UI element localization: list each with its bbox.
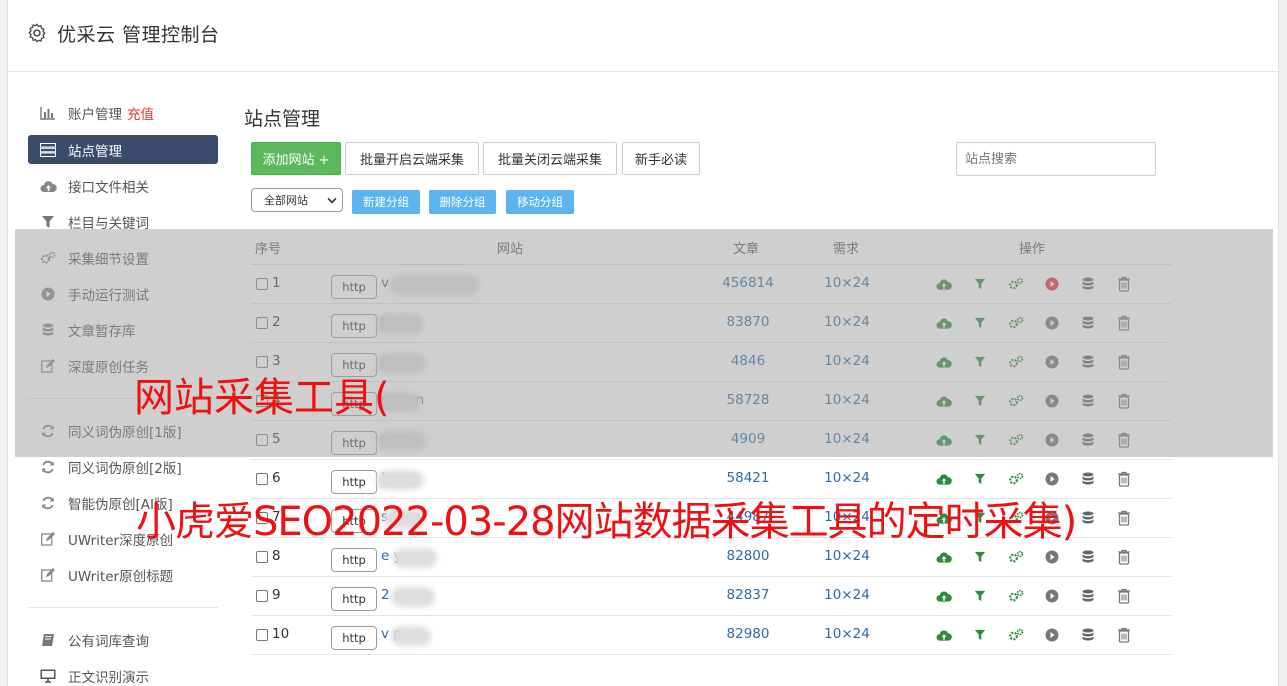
redaction-blur [376, 470, 424, 490]
book-icon [38, 632, 58, 648]
table-row: 9http2 az.cn8283710×24 [251, 577, 1171, 616]
row-actions [935, 626, 1133, 644]
sidebar-item-uwriter-title[interactable]: UWriter原创标题 [28, 557, 218, 593]
app-header: 优采云 管理控制台 [8, 0, 1280, 72]
play-circle-icon[interactable] [1043, 626, 1061, 644]
play-circle-icon[interactable] [1043, 548, 1061, 566]
page-title: 站点管理 [244, 108, 321, 130]
sidebar-item-text-recognition[interactable]: 正文识别演示 [28, 658, 218, 686]
gears-icon[interactable] [1007, 587, 1025, 605]
gears-icon[interactable] [1007, 626, 1025, 644]
database-icon[interactable] [1079, 587, 1097, 605]
group-select[interactable]: 全部网站 [251, 188, 343, 212]
gears-icon[interactable] [1007, 470, 1025, 488]
row-actions [935, 548, 1133, 566]
protocol-badge: http [331, 587, 377, 611]
sidebar-item-public-lexicon[interactable]: 公有词库查询 [28, 622, 218, 658]
cloud-upload-icon [38, 178, 58, 194]
monitor-icon [38, 668, 58, 684]
filter-icon[interactable] [971, 587, 989, 605]
database-icon[interactable] [1079, 626, 1097, 644]
row-checkbox[interactable] [256, 551, 268, 563]
sidebar-item-label: UWriter原创标题 [68, 569, 174, 585]
gear-icon [26, 22, 48, 44]
demand-value[interactable]: 10×24 [817, 470, 877, 486]
row-number: 8 [272, 548, 281, 564]
filter-icon[interactable] [971, 470, 989, 488]
trash-icon[interactable] [1115, 509, 1133, 527]
article-count[interactable]: 82837 [711, 587, 785, 603]
cloud-upload-icon[interactable] [935, 587, 953, 605]
database-icon[interactable] [1079, 509, 1097, 527]
recharge-link[interactable]: 充值 [127, 103, 154, 123]
filter-icon[interactable] [971, 626, 989, 644]
delete-group-button[interactable]: 删除分组 [429, 190, 496, 214]
filter-icon [38, 214, 58, 230]
bar-chart-icon [38, 105, 58, 121]
article-count[interactable]: 82800 [711, 548, 785, 564]
cloud-upload-icon[interactable] [935, 548, 953, 566]
protocol-badge: http [331, 626, 377, 650]
sidebar-item-label: 接口文件相关 [68, 180, 149, 196]
redaction-blur [393, 548, 437, 568]
batch-disable-cloud-button[interactable]: 批量关闭云端采集 [483, 142, 617, 175]
demand-value[interactable]: 10×24 [817, 587, 877, 603]
row-checkbox[interactable] [256, 473, 268, 485]
add-site-button[interactable]: 添加网站 + [251, 142, 341, 175]
edit-icon [38, 567, 58, 583]
row-number: 9 [272, 587, 281, 603]
gears-icon[interactable] [1007, 548, 1025, 566]
sidebar-item-label: 账户管理 [68, 107, 122, 123]
trash-icon[interactable] [1115, 626, 1133, 644]
demand-value[interactable]: 10×24 [817, 548, 877, 564]
beginner-guide-button[interactable]: 新手必读 [622, 142, 700, 175]
app-title: 优采云 管理控制台 [57, 24, 220, 46]
trash-icon[interactable] [1115, 587, 1133, 605]
row-actions [935, 587, 1133, 605]
database-icon[interactable] [1079, 470, 1097, 488]
sidebar-item-label: 站点管理 [68, 143, 122, 160]
row-checkbox[interactable] [256, 629, 268, 641]
cloud-upload-icon[interactable] [935, 626, 953, 644]
demand-value[interactable]: 10×24 [817, 626, 877, 642]
refresh-icon [38, 495, 58, 511]
protocol-badge: http [331, 548, 377, 572]
play-circle-icon[interactable] [1043, 470, 1061, 488]
watermark-line-2: 小虎爱SEO2022-03-28网站数据采集工具的定时采集) [136, 499, 1077, 545]
server-icon [38, 142, 58, 158]
edit-icon [38, 531, 58, 547]
batch-enable-cloud-button[interactable]: 批量开启云端采集 [345, 142, 479, 175]
filter-icon[interactable] [971, 548, 989, 566]
sidebar-item-label: 正文识别演示 [68, 670, 149, 686]
row-number: 10 [272, 626, 290, 642]
trash-icon[interactable] [1115, 470, 1133, 488]
row-number: 6 [272, 470, 281, 486]
row-checkbox[interactable] [256, 590, 268, 602]
sidebar-item-label: 公有词库查询 [68, 634, 149, 650]
redaction-blur [391, 626, 431, 646]
site-search-input[interactable] [956, 142, 1156, 176]
row-actions [935, 470, 1133, 488]
new-group-button[interactable]: 新建分组 [352, 190, 420, 214]
chevron-down-icon [327, 194, 337, 204]
redaction-blur [391, 587, 435, 607]
sidebar-divider [28, 607, 218, 608]
refresh-icon [38, 459, 58, 475]
group-select-value: 全部网站 [264, 194, 308, 207]
table-row: 10httpv p.cn8298010×24 [251, 616, 1171, 655]
sidebar-item-account[interactable]: 账户管理 充值 [28, 95, 218, 131]
article-count[interactable]: 82980 [711, 626, 785, 642]
trash-icon[interactable] [1115, 548, 1133, 566]
sidebar-item-sites[interactable]: 站点管理 [28, 135, 218, 164]
play-circle-icon[interactable] [1043, 587, 1061, 605]
sidebar-item-interface[interactable]: 接口文件相关 [28, 168, 218, 204]
sidebar-item-label: 同义词伪原创[2版] [68, 461, 182, 477]
move-group-button[interactable]: 移动分组 [506, 190, 574, 214]
article-count[interactable]: 58421 [711, 470, 785, 486]
cloud-upload-icon[interactable] [935, 470, 953, 488]
watermark-line-1: 网站采集工具( [134, 375, 390, 421]
database-icon[interactable] [1079, 548, 1097, 566]
